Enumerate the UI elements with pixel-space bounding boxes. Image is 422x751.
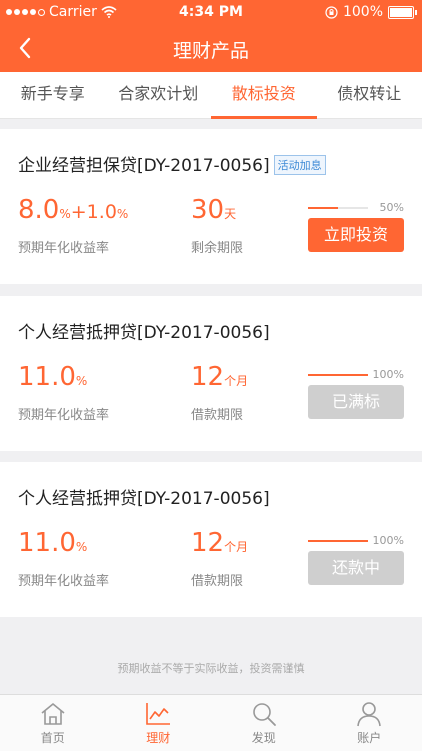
battery-percent: 100% (343, 4, 383, 20)
status-right: 100% (325, 4, 414, 20)
term-value: 12个月 (191, 362, 248, 392)
home-icon (39, 701, 67, 727)
tab-newbie[interactable]: 新手专享 (0, 72, 106, 118)
product-card[interactable]: 企业经营担保贷[DY-2017-0056]活动加息 8.0%+1.0% 预期年化… (0, 129, 422, 284)
tabbar-label: 发现 (252, 731, 276, 745)
term-label: 借款期限 (191, 570, 243, 589)
tabbar-item-account[interactable]: 账户 (317, 695, 422, 751)
category-tabs: 新手专享 合家欢计划 散标投资 债权转让 (0, 72, 422, 119)
status-bar: Carrier 4:34 PM 100% (0, 0, 422, 24)
repaying-button[interactable]: 还款中 (308, 551, 404, 585)
term-value: 12个月 (191, 528, 248, 558)
product-name: 个人经营抵押贷[DY-2017-0056] (18, 318, 270, 343)
product-card[interactable]: 个人经营抵押贷[DY-2017-0056] 11.0% 预期年化收益率 12个月… (0, 296, 422, 451)
term-label: 借款期限 (191, 404, 243, 423)
orientation-lock-icon (325, 6, 338, 19)
invest-now-button[interactable]: 立即投资 (308, 218, 404, 252)
product-name: 企业经营担保贷[DY-2017-0056]活动加息 (18, 151, 326, 176)
page-title: 理财产品 (0, 36, 422, 63)
fully-funded-button[interactable]: 已满标 (308, 385, 404, 419)
term-value: 30天 (191, 195, 236, 225)
tabbar-item-home[interactable]: 首页 (0, 695, 106, 751)
progress-text: 50% (380, 201, 404, 214)
progress-bar: 50% (308, 201, 404, 215)
promo-tag: 活动加息 (274, 155, 326, 175)
tabbar-item-discover[interactable]: 发现 (211, 695, 317, 751)
chart-icon (144, 701, 172, 727)
progress-fill (308, 374, 368, 376)
battery-icon (388, 6, 414, 19)
product-name: 个人经营抵押贷[DY-2017-0056] (18, 484, 270, 509)
tab-loan-investment[interactable]: 散标投资 (211, 72, 317, 118)
nav-bar: 理财产品 (0, 24, 422, 72)
search-icon (250, 701, 278, 727)
tabbar-label: 理财 (146, 731, 170, 745)
progress-fill (308, 207, 338, 209)
tab-family-plan[interactable]: 合家欢计划 (106, 72, 212, 118)
rate-label: 预期年化收益率 (18, 570, 109, 589)
expected-rate: 11.0% (18, 362, 87, 392)
progress-text: 100% (373, 368, 404, 381)
bottom-tab-bar: 首页 理财 发现 账户 (0, 694, 422, 751)
tabbar-label: 首页 (41, 731, 65, 745)
tab-debt-transfer[interactable]: 债权转让 (317, 72, 422, 118)
rate-label: 预期年化收益率 (18, 237, 109, 256)
tabbar-label: 账户 (357, 731, 381, 745)
expected-rate: 11.0% (18, 528, 87, 558)
risk-disclaimer: 预期收益不等于实际收益，投资需谨慎 (0, 660, 422, 676)
progress-text: 100% (373, 534, 404, 547)
term-label: 剩余期限 (191, 237, 243, 256)
progress-fill (308, 540, 368, 542)
user-icon (355, 701, 383, 727)
tabbar-item-finance[interactable]: 理财 (106, 695, 212, 751)
progress-bar: 100% (308, 368, 404, 382)
progress-bar: 100% (308, 534, 404, 548)
expected-rate: 8.0%+1.0% (18, 195, 128, 225)
rate-label: 预期年化收益率 (18, 404, 109, 423)
product-card[interactable]: 个人经营抵押贷[DY-2017-0056] 11.0% 预期年化收益率 12个月… (0, 462, 422, 617)
